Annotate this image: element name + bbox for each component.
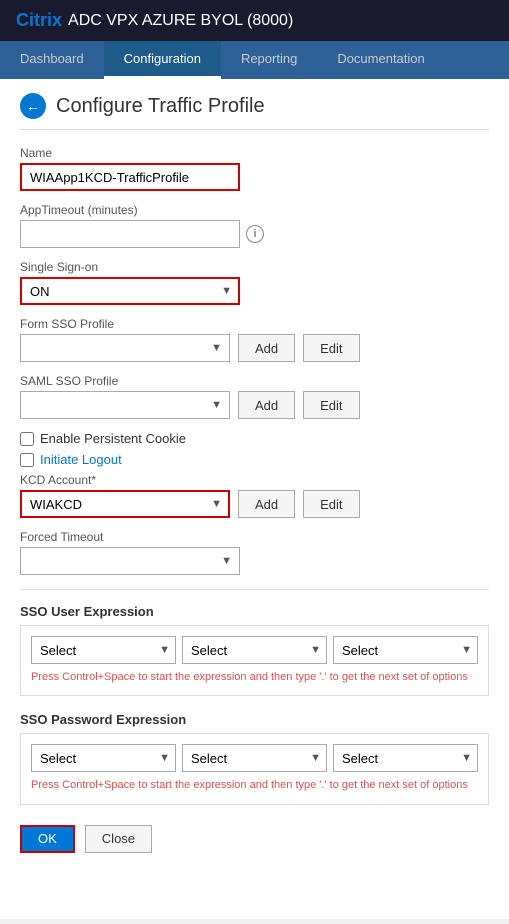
saml-sso-label: SAML SSO Profile bbox=[20, 374, 489, 388]
sso-user-expr-select1[interactable]: Select bbox=[31, 636, 176, 664]
enable-cookie-row: Enable Persistent Cookie bbox=[20, 431, 489, 446]
enable-cookie-label: Enable Persistent Cookie bbox=[40, 431, 186, 446]
kcd-edit-button[interactable]: Edit bbox=[303, 490, 359, 518]
citrix-brand: Citrix bbox=[16, 10, 62, 31]
sso-section: Single Sign-on ON OFF ▼ bbox=[20, 260, 489, 305]
name-section: Name bbox=[20, 146, 489, 191]
sso-pass-expr-select3-wrapper: Select ▼ bbox=[333, 744, 478, 772]
form-sso-add-button[interactable]: Add bbox=[238, 334, 295, 362]
saml-sso-select-wrapper: ▼ bbox=[20, 391, 230, 419]
sso-user-expr-hint: Press Control+Space to start the express… bbox=[31, 670, 478, 685]
kcd-label: KCD Account* bbox=[20, 473, 489, 487]
sso-pass-expr-select1[interactable]: Select bbox=[31, 744, 176, 772]
sso-select-wrapper: ON OFF ▼ bbox=[20, 277, 240, 305]
footer-buttons: OK Close bbox=[20, 825, 489, 853]
app-timeout-label: AppTimeout (minutes) bbox=[20, 203, 489, 217]
sso-user-expr-select2[interactable]: Select bbox=[182, 636, 327, 664]
forced-timeout-select[interactable] bbox=[20, 547, 240, 575]
form-sso-select-wrapper: ▼ bbox=[20, 334, 230, 362]
forced-timeout-label: Forced Timeout bbox=[20, 530, 489, 544]
nav-documentation[interactable]: Documentation bbox=[317, 41, 444, 79]
forced-timeout-select-wrapper: ▼ bbox=[20, 547, 240, 575]
divider-1 bbox=[20, 589, 489, 590]
name-input[interactable] bbox=[20, 163, 240, 191]
saml-sso-edit-button[interactable]: Edit bbox=[303, 391, 359, 419]
sso-user-expr-section: SSO User Expression Select ▼ Select ▼ bbox=[20, 604, 489, 696]
forced-timeout-section: Forced Timeout ▼ bbox=[20, 530, 489, 575]
sso-user-expr-select3-wrapper: Select ▼ bbox=[333, 636, 478, 664]
saml-sso-add-button[interactable]: Add bbox=[238, 391, 295, 419]
app-timeout-section: AppTimeout (minutes) i bbox=[20, 203, 489, 248]
page-title: Configure Traffic Profile bbox=[56, 95, 265, 118]
sso-pass-expr-select1-wrapper: Select ▼ bbox=[31, 744, 176, 772]
form-sso-select[interactable] bbox=[20, 334, 230, 362]
sso-user-expr-select3[interactable]: Select bbox=[333, 636, 478, 664]
sso-user-expr-title: SSO User Expression bbox=[20, 604, 489, 619]
app-header: Citrix ADC VPX AZURE BYOL (8000) bbox=[0, 0, 509, 41]
sso-pass-expr-select2-wrapper: Select ▼ bbox=[182, 744, 327, 772]
saml-sso-row: ▼ Add Edit bbox=[20, 391, 489, 419]
form-sso-section: Form SSO Profile ▼ Add Edit bbox=[20, 317, 489, 362]
sso-select[interactable]: ON OFF bbox=[20, 277, 240, 305]
app-timeout-input[interactable] bbox=[20, 220, 240, 248]
kcd-select[interactable]: WIAKCD bbox=[20, 490, 230, 518]
nav-dashboard[interactable]: Dashboard bbox=[0, 41, 104, 79]
sso-pass-expr-title: SSO Password Expression bbox=[20, 712, 489, 727]
enable-cookie-checkbox[interactable] bbox=[20, 432, 34, 446]
sso-pass-expr-select3[interactable]: Select bbox=[333, 744, 478, 772]
name-label: Name bbox=[20, 146, 489, 160]
close-button[interactable]: Close bbox=[85, 825, 152, 853]
sso-pass-expr-block: Select ▼ Select ▼ Select ▼ Press bbox=[20, 733, 489, 804]
sso-pass-expr-select2[interactable]: Select bbox=[182, 744, 327, 772]
ok-button[interactable]: OK bbox=[20, 825, 75, 853]
sso-user-expr-select2-wrapper: Select ▼ bbox=[182, 636, 327, 664]
form-sso-row: ▼ Add Edit bbox=[20, 334, 489, 362]
kcd-row: WIAKCD ▼ Add Edit bbox=[20, 490, 489, 518]
kcd-add-button[interactable]: Add bbox=[238, 490, 295, 518]
nav-configuration[interactable]: Configuration bbox=[104, 41, 221, 79]
sso-user-expr-selects: Select ▼ Select ▼ Select ▼ bbox=[31, 636, 478, 664]
form-sso-label: Form SSO Profile bbox=[20, 317, 489, 331]
sso-pass-expr-selects: Select ▼ Select ▼ Select ▼ bbox=[31, 744, 478, 772]
sso-pass-expr-hint: Press Control+Space to start the express… bbox=[31, 778, 478, 793]
sso-user-expr-select1-wrapper: Select ▼ bbox=[31, 636, 176, 664]
kcd-section: KCD Account* WIAKCD ▼ Add Edit bbox=[20, 473, 489, 518]
app-title: ADC VPX AZURE BYOL (8000) bbox=[68, 12, 293, 30]
sso-pass-expr-section: SSO Password Expression Select ▼ Select … bbox=[20, 712, 489, 804]
page-content: ← Configure Traffic Profile Name AppTime… bbox=[0, 79, 509, 919]
initiate-logout-row: Initiate Logout bbox=[20, 452, 489, 467]
back-button[interactable]: ← bbox=[20, 93, 46, 119]
navbar: Dashboard Configuration Reporting Docume… bbox=[0, 41, 509, 79]
saml-sso-section: SAML SSO Profile ▼ Add Edit bbox=[20, 374, 489, 419]
kcd-select-wrapper: WIAKCD ▼ bbox=[20, 490, 230, 518]
info-icon[interactable]: i bbox=[246, 225, 264, 243]
page-title-row: ← Configure Traffic Profile bbox=[20, 93, 489, 130]
sso-user-expr-block: Select ▼ Select ▼ Select ▼ Press bbox=[20, 625, 489, 696]
form-sso-edit-button[interactable]: Edit bbox=[303, 334, 359, 362]
timeout-row: i bbox=[20, 220, 489, 248]
nav-reporting[interactable]: Reporting bbox=[221, 41, 317, 79]
initiate-logout-link[interactable]: Initiate Logout bbox=[40, 452, 122, 467]
saml-sso-select[interactable] bbox=[20, 391, 230, 419]
initiate-logout-checkbox[interactable] bbox=[20, 453, 34, 467]
sso-label: Single Sign-on bbox=[20, 260, 489, 274]
